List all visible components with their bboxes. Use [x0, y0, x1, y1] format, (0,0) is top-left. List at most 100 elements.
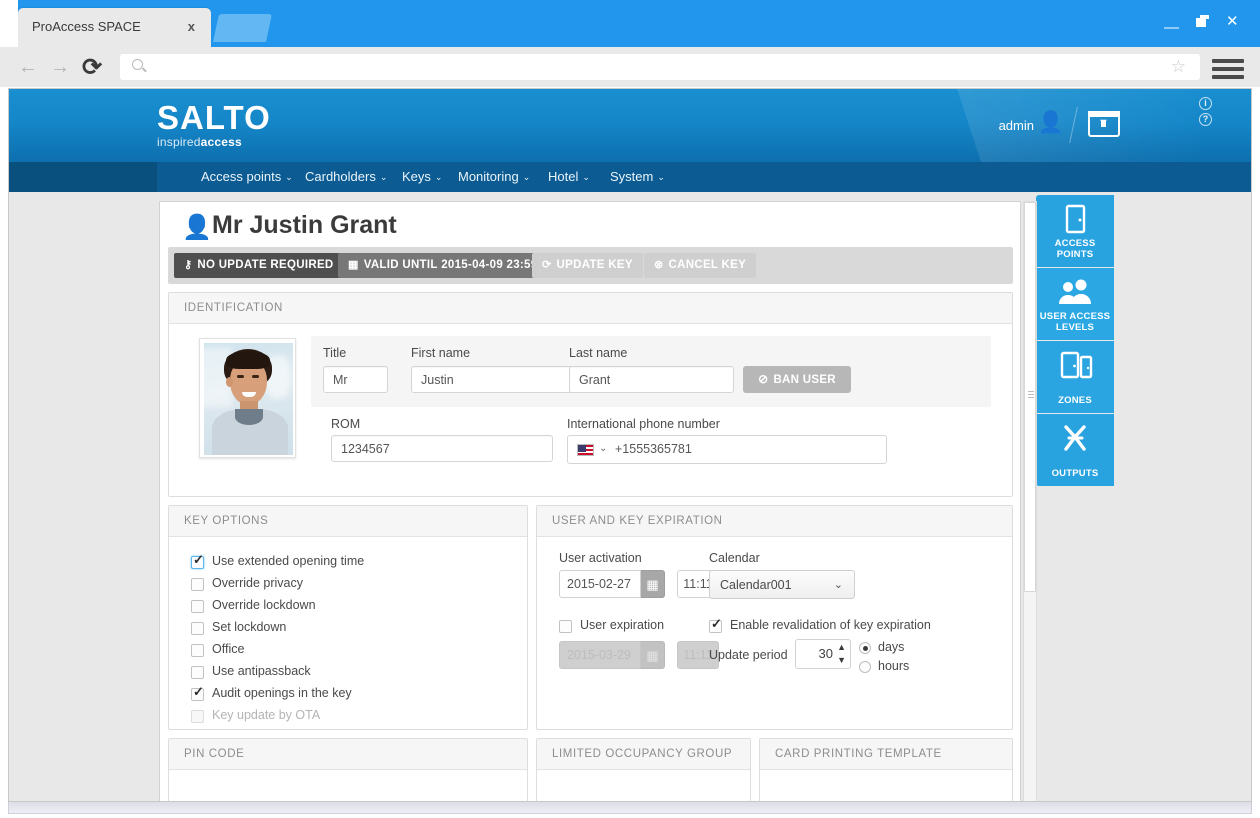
door-icon [1036, 204, 1114, 234]
cardholder-photo[interactable] [199, 338, 296, 458]
checkbox-label: Set lockdown [212, 620, 287, 634]
tab-close-icon[interactable]: x [188, 19, 195, 34]
update-period-stepper[interactable]: 30 ▲ ▼ [795, 639, 851, 669]
window-bottom-edge [8, 802, 1252, 814]
logo-tagline-light: inspired [157, 135, 201, 149]
checkbox-box[interactable] [559, 620, 572, 633]
close-icon[interactable]: ✕ [1226, 14, 1239, 29]
title-input[interactable] [323, 366, 388, 393]
tab-strip-left-edge [0, 0, 18, 47]
maximize-icon[interactable] [1196, 15, 1209, 30]
info-icon[interactable]: i [1199, 97, 1212, 110]
checkbox-label: Key update by OTA [212, 708, 321, 722]
chevron-down-icon: ⌄ [285, 172, 293, 182]
chevron-down-icon: ⌄ [833, 579, 843, 591]
menu-item-access-points[interactable]: Access points ⌄ [189, 162, 305, 192]
side-tool-rail: ACCESS POINTS USER ACCESS LEVELS ZONES O… [1036, 195, 1114, 486]
stepper-down-icon[interactable]: ▼ [837, 656, 846, 665]
help-icon[interactable]: ? [1199, 113, 1212, 126]
content-scrollbar[interactable] [1023, 201, 1037, 801]
radio-button[interactable] [859, 661, 871, 673]
back-icon[interactable]: ← [16, 56, 40, 80]
phone-number-value[interactable]: +1555365781 [615, 442, 692, 456]
checkbox-box[interactable] [191, 622, 204, 635]
browser-window: ProAccess SPACE x — ✕ ← → ⟳ ☆ SALTO insp… [0, 0, 1260, 818]
page-title-bar: 👤 Mr Justin Grant [160, 202, 1020, 249]
doors-icon [1036, 350, 1114, 380]
app-header: SALTO inspiredaccess admin 👤 i ? [9, 89, 1251, 162]
limited-occupancy-panel-title: LIMITED OCCUPANCY GROUP [537, 739, 750, 770]
cancel-icon: ⊗ [654, 259, 664, 271]
address-bar[interactable]: ☆ [120, 54, 1200, 80]
chevron-down-icon: ⌄ [657, 172, 665, 182]
forward-icon[interactable]: → [48, 56, 72, 80]
browser-tab[interactable]: ProAccess SPACE x [18, 8, 211, 47]
refresh-icon: ⟳ [542, 259, 552, 271]
menu-item-cardholders[interactable]: Cardholders ⌄ [293, 162, 399, 192]
rom-input[interactable] [331, 435, 553, 462]
new-tab-button[interactable] [213, 14, 272, 42]
checkbox-box[interactable] [709, 617, 722, 633]
menu-item-label: Monitoring [458, 169, 519, 184]
search-icon [132, 59, 143, 70]
user-icon[interactable]: 👤 [1038, 111, 1064, 135]
menu-item-hotel[interactable]: Hotel ⌄ [536, 162, 602, 192]
menu-item-system[interactable]: System ⌄ [598, 162, 677, 192]
checkbox-label: Audit openings in the key [212, 686, 352, 700]
ban-user-button[interactable]: ⊘ BAN USER [743, 366, 851, 393]
menu-icon[interactable] [1212, 59, 1244, 79]
update-key-button[interactable]: ⟳ UPDATE KEY [532, 253, 643, 278]
checkbox-label: Office [212, 642, 245, 656]
first-name-input[interactable] [411, 366, 586, 393]
minimize-icon[interactable]: — [1164, 20, 1179, 35]
menu-item-label: Keys [402, 169, 431, 184]
page-viewport: SALTO inspiredaccess admin 👤 i ? Access … [8, 88, 1252, 802]
checkbox-box[interactable] [191, 685, 204, 701]
download-window-icon[interactable] [1088, 111, 1120, 137]
title-label: Title [323, 346, 347, 360]
checkbox-box[interactable] [191, 644, 204, 657]
cancel-key-button[interactable]: ⊗ CANCEL KEY [644, 253, 757, 278]
flag-us-icon[interactable] [577, 444, 594, 456]
menu-item-monitoring[interactable]: Monitoring ⌄ [446, 162, 542, 192]
calendar-icon[interactable]: ▦ [641, 570, 665, 598]
outputs-icon [1036, 423, 1114, 453]
logo-tagline-bold: access [200, 135, 242, 149]
bookmark-star-icon[interactable]: ☆ [1171, 57, 1186, 77]
checkbox-label: Override lockdown [212, 598, 316, 612]
ban-user-label: BAN USER [773, 374, 836, 386]
scrollbar-thumb[interactable] [1024, 202, 1036, 592]
checkbox-box[interactable] [191, 578, 204, 591]
phone-input-group[interactable]: ⌄ +1555365781 [567, 435, 887, 464]
window-controls: — ✕ [1164, 14, 1248, 36]
pin-code-panel: PIN CODE [168, 738, 528, 801]
key-options-panel-title: KEY OPTIONS [169, 506, 527, 537]
checkbox-label: Use antipassback [212, 664, 311, 678]
key-icon: ⚷ [184, 259, 193, 271]
checkbox-box[interactable] [191, 600, 204, 613]
browser-tab-title: ProAccess SPACE [32, 19, 141, 34]
expiration-panel-title: USER AND KEY EXPIRATION [537, 506, 1012, 537]
reload-icon[interactable]: ⟳ [80, 56, 104, 80]
side-tool-outputs[interactable]: OUTPUTS [1036, 414, 1114, 486]
menu-item-keys[interactable]: Keys ⌄ [390, 162, 454, 192]
side-tool-user-access-levels[interactable]: USER ACCESS LEVELS [1036, 268, 1114, 340]
key-status-badge[interactable]: ⚷ NO UPDATE REQUIRED [174, 253, 344, 278]
side-tool-zones[interactable]: ZONES [1036, 341, 1114, 413]
radio-button[interactable] [859, 642, 871, 654]
calendar-select[interactable]: Calendar001 ⌄ [709, 570, 855, 599]
menu-item-label: Cardholders [305, 169, 376, 184]
last-name-input[interactable] [569, 366, 734, 393]
address-input[interactable] [154, 58, 1164, 76]
stepper-up-icon[interactable]: ▲ [837, 643, 846, 652]
first-name-label: First name [411, 346, 471, 360]
name-fields-row: Title First name Last name ⊘ BAN USER [311, 336, 991, 407]
scrollbar-grip [1028, 391, 1034, 398]
valid-until-badge[interactable]: ▦ VALID UNTIL 2015-04-09 23:59:59 [338, 253, 565, 278]
checkbox-box[interactable] [191, 666, 204, 679]
checkbox-box[interactable] [191, 553, 204, 569]
side-tool-access-points[interactable]: ACCESS POINTS [1036, 195, 1114, 267]
calendar-icon: ▦ [348, 259, 359, 271]
activation-date-input[interactable]: 2015-02-27 [559, 570, 641, 598]
chevron-down-icon[interactable]: ⌄ [599, 443, 607, 454]
